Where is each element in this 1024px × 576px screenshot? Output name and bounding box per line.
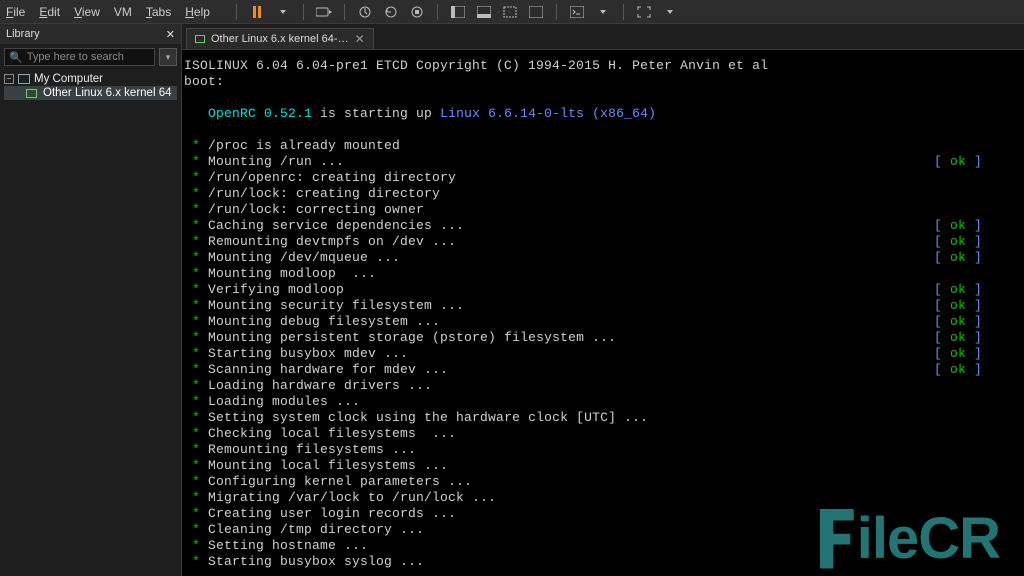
vm-icon bbox=[26, 89, 37, 98]
console-line: * Mounting security filesystem ... bbox=[184, 298, 934, 314]
console-line: * /proc is already mounted bbox=[184, 138, 1024, 154]
console-line: * Caching service dependencies ... bbox=[184, 218, 934, 234]
console-line: * Setting system clock using the hardwar… bbox=[184, 410, 1024, 426]
status-ok: [ ok ] bbox=[934, 346, 1024, 362]
snapshot-manage-icon[interactable] bbox=[407, 2, 427, 22]
console-line: * Cleaning /tmp directory ... bbox=[184, 522, 1024, 538]
status-ok: [ ok ] bbox=[934, 362, 1024, 378]
search-input[interactable]: 🔍 Type here to search bbox=[4, 48, 155, 66]
tree-vm-label: Other Linux 6.x kernel 64 bbox=[43, 87, 172, 99]
console-line: * Configuring kernel parameters ... bbox=[184, 474, 1024, 490]
tree-vm-item[interactable]: Other Linux 6.x kernel 64 bbox=[4, 86, 177, 100]
console-line: * Mounting persistent storage (pstore) f… bbox=[184, 330, 934, 346]
vm-icon bbox=[195, 35, 205, 43]
layout-quick-icon[interactable] bbox=[500, 2, 520, 22]
dropdown-indicator-icon[interactable] bbox=[273, 2, 293, 22]
snapshot-icon[interactable] bbox=[355, 2, 375, 22]
vm-tab-label: Other Linux 6.x kernel 64-… bbox=[211, 33, 349, 45]
status-ok: [ ok ] bbox=[934, 154, 1024, 170]
console-line: boot: bbox=[184, 74, 1024, 90]
menu-edit[interactable]: Edit bbox=[39, 5, 60, 19]
snapshot-revert-icon[interactable] bbox=[381, 2, 401, 22]
console-view-icon[interactable] bbox=[567, 2, 587, 22]
console-line: * /run/lock: creating directory bbox=[184, 186, 1024, 202]
console-line: * Starting busybox mdev ... bbox=[184, 346, 934, 362]
library-title: Library bbox=[6, 28, 40, 40]
console-line: * /run/lock: correcting owner bbox=[184, 202, 1024, 218]
console-line: * Mounting /run ... bbox=[184, 154, 934, 170]
collapse-icon[interactable]: − bbox=[4, 74, 14, 84]
status-ok: [ ok ] bbox=[934, 250, 1024, 266]
console-line: * Loading hardware drivers ... bbox=[184, 378, 1024, 394]
pause-button[interactable] bbox=[247, 2, 267, 22]
console-line: * Mounting /dev/mqueue ... bbox=[184, 250, 934, 266]
search-dropdown-button[interactable]: ▾ bbox=[159, 48, 177, 66]
console-line: * Setting hostname ... bbox=[184, 538, 1024, 554]
close-icon[interactable]: ✕ bbox=[355, 32, 365, 46]
menu-file[interactable]: File bbox=[6, 5, 25, 19]
status-ok: [ ok ] bbox=[934, 314, 1024, 330]
layout-sidebar-icon[interactable] bbox=[448, 2, 468, 22]
console-line: * Checking local filesystems ... bbox=[184, 426, 1024, 442]
status-ok: [ ok ] bbox=[934, 330, 1024, 346]
dropdown-indicator-icon[interactable] bbox=[660, 2, 680, 22]
dropdown-indicator-icon[interactable] bbox=[593, 2, 613, 22]
toolbar bbox=[232, 2, 680, 22]
console-line: OpenRC 0.52.1 is starting up Linux 6.6.1… bbox=[184, 106, 1024, 122]
layout-stretch-icon[interactable] bbox=[526, 2, 546, 22]
console-line: ISOLINUX 6.04 6.04-pre1 ETCD Copyright (… bbox=[184, 58, 1024, 74]
menu-help[interactable]: Help bbox=[185, 5, 210, 19]
console-line: * /run/openrc: creating directory bbox=[184, 170, 1024, 186]
console-line: * Verifying modloop bbox=[184, 282, 934, 298]
vm-tab[interactable]: Other Linux 6.x kernel 64-… ✕ bbox=[186, 28, 374, 49]
close-icon[interactable]: ✕ bbox=[166, 28, 175, 41]
console-line: * Starting busybox syslog ... bbox=[184, 554, 1024, 570]
console-line: * Loading modules ... bbox=[184, 394, 1024, 410]
menubar: File Edit View VM Tabs Help bbox=[0, 0, 1024, 24]
fullscreen-icon[interactable] bbox=[634, 2, 654, 22]
menu-view[interactable]: View bbox=[74, 5, 100, 19]
menu-tabs[interactable]: Tabs bbox=[146, 5, 171, 19]
library-tree: − My Computer Other Linux 6.x kernel 64 bbox=[0, 70, 181, 102]
library-header: Library ✕ bbox=[0, 24, 181, 44]
status-ok: [ ok ] bbox=[934, 282, 1024, 298]
search-icon: 🔍 bbox=[9, 51, 23, 64]
tree-root-label: My Computer bbox=[34, 73, 103, 85]
console-line: * Creating user login records ... bbox=[184, 506, 1024, 522]
console-line: * Remounting devtmpfs on /dev ... bbox=[184, 234, 934, 250]
vm-console[interactable]: ISOLINUX 6.04 6.04-pre1 ETCD Copyright (… bbox=[182, 50, 1024, 576]
menu-vm[interactable]: VM bbox=[114, 5, 132, 19]
tab-bar: Other Linux 6.x kernel 64-… ✕ bbox=[182, 24, 1024, 50]
console-line: * Migrating /var/lock to /run/lock ... bbox=[184, 490, 1024, 506]
console-line: * Mounting debug filesystem ... bbox=[184, 314, 934, 330]
status-ok: [ ok ] bbox=[934, 298, 1024, 314]
console-line: * Scanning hardware for mdev ... bbox=[184, 362, 934, 378]
search-placeholder: Type here to search bbox=[27, 51, 124, 63]
vm-area: Other Linux 6.x kernel 64-… ✕ ISOLINUX 6… bbox=[182, 24, 1024, 576]
status-ok: [ ok ] bbox=[934, 218, 1024, 234]
console-line: * Remounting filesystems ... bbox=[184, 442, 1024, 458]
library-sidebar: Library ✕ 🔍 Type here to search ▾ − My C… bbox=[0, 24, 182, 576]
send-ctrl-alt-del-icon[interactable] bbox=[314, 2, 334, 22]
tree-root-my-computer[interactable]: − My Computer bbox=[4, 72, 177, 86]
console-line: * Mounting modloop ... bbox=[184, 266, 1024, 282]
status-ok: [ ok ] bbox=[934, 234, 1024, 250]
console-line: * Mounting local filesystems ... bbox=[184, 458, 1024, 474]
computer-icon bbox=[18, 74, 30, 84]
layout-bottom-icon[interactable] bbox=[474, 2, 494, 22]
